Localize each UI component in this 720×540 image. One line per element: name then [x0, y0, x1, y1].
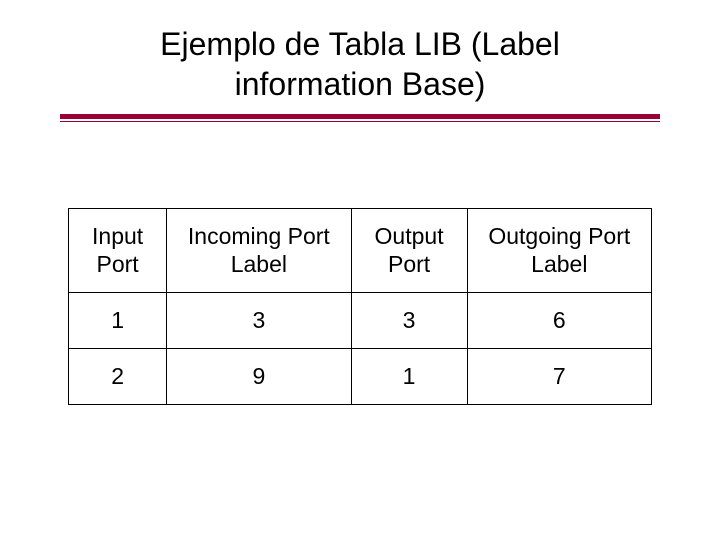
- title-divider: [60, 114, 660, 122]
- lib-table-container: Input Port Incoming Port Label Output Po…: [68, 208, 652, 405]
- col-outgoing-port-label: Outgoing Port Label: [467, 209, 651, 293]
- col-input-port: Input Port: [69, 209, 167, 293]
- cell-incoming-port-label: 3: [167, 293, 351, 349]
- col-output-port: Output Port: [351, 209, 467, 293]
- slide-title: Ejemplo de Tabla LIB (Label information …: [80, 24, 640, 104]
- cell-output-port: 3: [351, 293, 467, 349]
- cell-outgoing-port-label: 6: [467, 293, 651, 349]
- divider-thick: [60, 114, 660, 119]
- table-row: 1 3 3 6: [69, 293, 652, 349]
- cell-output-port: 1: [351, 349, 467, 405]
- table-header-row: Input Port Incoming Port Label Output Po…: [69, 209, 652, 293]
- table-row: 2 9 1 7: [69, 349, 652, 405]
- col-incoming-port-label: Incoming Port Label: [167, 209, 351, 293]
- cell-input-port: 2: [69, 349, 167, 405]
- divider-thin: [60, 121, 660, 122]
- cell-input-port: 1: [69, 293, 167, 349]
- lib-table: Input Port Incoming Port Label Output Po…: [68, 208, 652, 405]
- slide: Ejemplo de Tabla LIB (Label information …: [0, 0, 720, 540]
- cell-outgoing-port-label: 7: [467, 349, 651, 405]
- cell-incoming-port-label: 9: [167, 349, 351, 405]
